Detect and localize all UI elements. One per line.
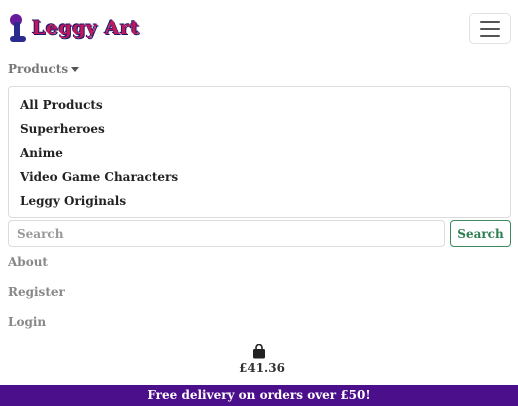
dropdown-item-leggy-originals[interactable]: Leggy Originals [20,194,126,208]
brand-name: Leggy Art [32,17,140,39]
products-dropdown-menu: All Products Superheroes Anime Video Gam… [8,86,511,218]
caret-down-icon [71,67,80,72]
leg-logo-icon [8,12,30,44]
cart-total: £41.36 [239,361,285,375]
products-dropdown-toggle[interactable]: Products [8,62,80,76]
free-delivery-banner: Free delivery on orders over £50! [0,385,518,406]
products-label: Products [8,62,69,76]
navbar-toggle-button[interactable] [469,13,511,44]
dropdown-item-anime[interactable]: Anime [20,146,63,160]
nav-link-about[interactable]: About [8,255,48,269]
hamburger-icon [480,20,500,23]
dropdown-item-superheroes[interactable]: Superheroes [20,122,105,136]
brand-logo[interactable]: Leggy Art [8,10,140,44]
dropdown-item-all-products[interactable]: All Products [20,98,103,112]
search-button[interactable]: Search [450,220,511,247]
nav-link-register[interactable]: Register [8,285,65,299]
cart-button[interactable]: £41.36 [239,344,285,375]
search-input[interactable] [8,220,445,247]
shopping-bag-icon [253,344,265,359]
dropdown-item-video-game-characters[interactable]: Video Game Characters [20,170,178,184]
nav-link-login[interactable]: Login [8,315,46,329]
